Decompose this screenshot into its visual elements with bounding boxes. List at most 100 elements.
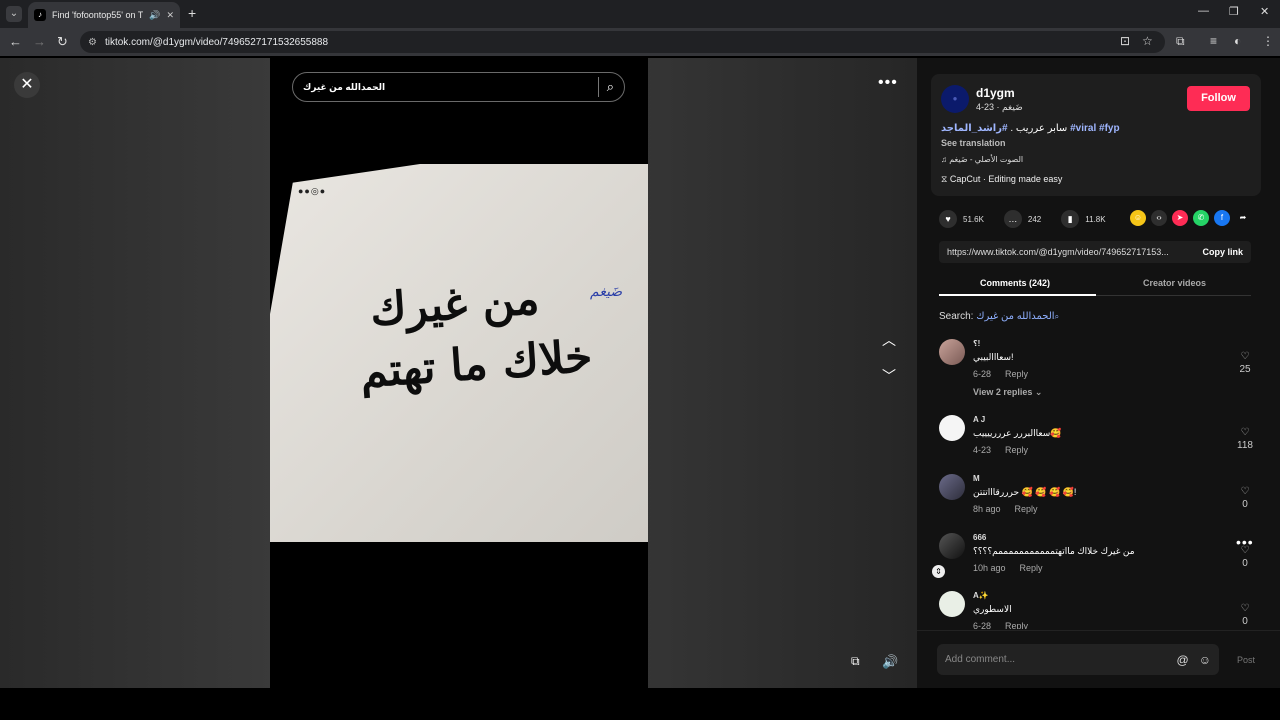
commenter-name[interactable]: A J: [973, 415, 985, 424]
send-to-friends-icon[interactable]: ➤: [1172, 210, 1188, 226]
reply-button[interactable]: Reply: [1005, 369, 1028, 379]
comment-like[interactable]: ♡ 0: [1233, 603, 1257, 629]
author-username[interactable]: d1ygm: [976, 86, 1015, 100]
commenter-name[interactable]: M: [973, 474, 980, 483]
next-video-icon[interactable]: ﹀: [882, 366, 896, 386]
heart-outline-icon[interactable]: ♡: [1241, 486, 1250, 497]
commenter-avatar[interactable]: [939, 591, 965, 617]
site-info-icon[interactable]: ⚙: [88, 37, 97, 48]
comment-input[interactable]: Add comment... @ ☺: [937, 644, 1219, 675]
capcut-icon: ⧖: [941, 174, 948, 184]
comment-date: 6-28: [973, 369, 992, 379]
view-replies-button[interactable]: View 2 replies ⌄: [973, 387, 1042, 398]
keyword-search-icon[interactable]: ⌕: [1055, 312, 1059, 321]
reply-button[interactable]: Reply: [1005, 445, 1028, 455]
commenter-avatar[interactable]: [939, 339, 965, 365]
close-video-button[interactable]: ✕: [14, 72, 40, 98]
commenter-avatar[interactable]: [939, 415, 965, 441]
profile-avatar-icon[interactable]: ◐: [1234, 34, 1241, 48]
search-divider: [597, 77, 599, 97]
music-info[interactable]: ♫ الصوت الأصلي - ضَيغم: [941, 155, 1023, 164]
comment-like[interactable]: ♡ 0: [1233, 486, 1257, 510]
mention-icon[interactable]: @: [1177, 653, 1189, 667]
search-input[interactable]: الحمدالله من غيرك: [303, 82, 590, 93]
bookmark-star-icon[interactable]: ☆: [1142, 34, 1153, 48]
comment-more-options-icon[interactable]: •••: [1236, 534, 1254, 550]
minimize-icon[interactable]: —: [1198, 5, 1209, 17]
reply-button[interactable]: Reply: [1005, 621, 1028, 629]
tab-creator-videos[interactable]: Creator videos: [1143, 278, 1206, 288]
comment-search-hint: Search: الحمدالله من غيرك⌕: [939, 311, 1059, 322]
window-close-icon[interactable]: ✕: [1260, 5, 1269, 18]
author-avatar[interactable]: ●: [941, 85, 969, 113]
embed-code-icon[interactable]: ‹›: [1151, 210, 1167, 226]
heart-outline-icon[interactable]: ♡: [1241, 351, 1250, 362]
reload-icon[interactable]: ↻: [57, 34, 68, 50]
follow-button[interactable]: Follow: [1187, 86, 1250, 111]
comment-date: 4-23: [973, 445, 992, 455]
close-tab-icon[interactable]: ✕: [166, 10, 174, 21]
comment-composer: Add comment... @ ☺ Post: [917, 630, 1280, 688]
speaker-icon[interactable]: 🔊: [149, 10, 160, 21]
copy-link-button[interactable]: Copy link: [1194, 247, 1251, 257]
comment-text: سعااالبيبي!: [973, 352, 1014, 362]
comment-text: من غيرك خلااك مااتهتمممممممممممم؟؟؟؟: [973, 546, 1135, 556]
comment-like-count: 118: [1237, 440, 1253, 451]
volume-icon[interactable]: 🔊: [882, 654, 898, 670]
commenter-avatar[interactable]: [939, 533, 965, 559]
music-note-icon: ♫: [941, 155, 947, 164]
music-title: الصوت الأصلي - ضَيغم: [949, 155, 1024, 164]
install-app-icon[interactable]: ⊡: [1120, 34, 1130, 48]
comment-placeholder[interactable]: Add comment...: [945, 654, 1167, 665]
commenter-name[interactable]: A✨: [973, 591, 989, 600]
like-heart-icon[interactable]: ♥: [939, 210, 957, 228]
comment-like[interactable]: ♡ 25: [1233, 351, 1257, 375]
comment-like[interactable]: ♡ 118: [1233, 427, 1257, 451]
tab-search-icon[interactable]: ⌄: [6, 6, 22, 22]
heart-outline-icon[interactable]: ♡: [1241, 427, 1250, 438]
friends-share-icon[interactable]: ☺: [1130, 210, 1146, 226]
bookmark-icon[interactable]: ▮: [1061, 210, 1080, 228]
capcut-link[interactable]: ⧖ CapCut · Editing made easy: [941, 174, 1062, 185]
restore-icon[interactable]: ❐: [1229, 5, 1239, 18]
floating-player-icon[interactable]: ⧉: [851, 654, 860, 669]
new-tab-icon[interactable]: +: [188, 5, 196, 21]
facebook-icon[interactable]: f: [1214, 210, 1230, 226]
media-controls-icon[interactable]: ≡: [1210, 34, 1217, 48]
comment-like-count: 25: [1239, 364, 1251, 375]
comment-meta: 4-23 Reply: [973, 445, 1028, 455]
back-icon[interactable]: ←: [9, 34, 22, 49]
post-button[interactable]: Post: [1237, 655, 1255, 665]
emoji-icon[interactable]: ☺: [1199, 653, 1211, 667]
previous-video-icon[interactable]: ︿: [882, 330, 896, 350]
reply-button[interactable]: Reply: [1015, 504, 1038, 514]
see-translation-link[interactable]: See translation: [941, 138, 1006, 148]
comment-meta: 6-28 Reply: [973, 621, 1028, 629]
commenter-avatar[interactable]: [939, 474, 965, 500]
commenter-name[interactable]: ؟!: [973, 339, 980, 348]
heart-outline-icon[interactable]: ♡: [1241, 603, 1250, 614]
comment-bubble-icon[interactable]: …: [1003, 210, 1022, 228]
whatsapp-icon[interactable]: ✆: [1193, 210, 1209, 226]
reply-button[interactable]: Reply: [1020, 563, 1043, 573]
tab-comments[interactable]: Comments (242): [980, 278, 1050, 288]
bottom-black-bar: [0, 688, 1280, 720]
comment-tabs: Comments (242) Creator videos: [939, 274, 1251, 296]
commenter-name[interactable]: 666: [973, 533, 986, 542]
comment-like-count: 0: [1242, 616, 1248, 627]
search-icon[interactable]: ⌕: [607, 79, 614, 95]
video-player[interactable]: ●●◎● ضَيغم من غيرك خلاك ما تهتم: [270, 58, 648, 688]
scroll-indicator-icon[interactable]: ⇕: [932, 565, 945, 578]
author-info-card: ● d1ygm 4-23 · ضَيغم Follow سابر عرريب .…: [931, 74, 1261, 196]
more-options-icon[interactable]: •••: [878, 74, 898, 92]
video-search-box[interactable]: الحمدالله من غيرك ⌕: [292, 72, 625, 102]
comment-like-count: 0: [1242, 558, 1248, 569]
address-bar[interactable]: ⚙ tiktok.com/@d1ygm/video/74965271715326…: [80, 31, 1165, 53]
share-url[interactable]: https://www.tiktok.com/@d1ygm/video/7496…: [947, 247, 1194, 257]
browser-menu-icon[interactable]: ⋮: [1262, 34, 1274, 48]
browser-tab[interactable]: ♪ Find 'fofoontop55' on TikTok 🔊 ✕: [28, 2, 180, 28]
comment-search-keyword[interactable]: الحمدالله من غيرك: [976, 311, 1054, 322]
extensions-icon[interactable]: ⧉: [1176, 34, 1185, 49]
share-arrow-icon[interactable]: ➦: [1235, 210, 1251, 226]
forward-icon[interactable]: →: [33, 34, 46, 49]
